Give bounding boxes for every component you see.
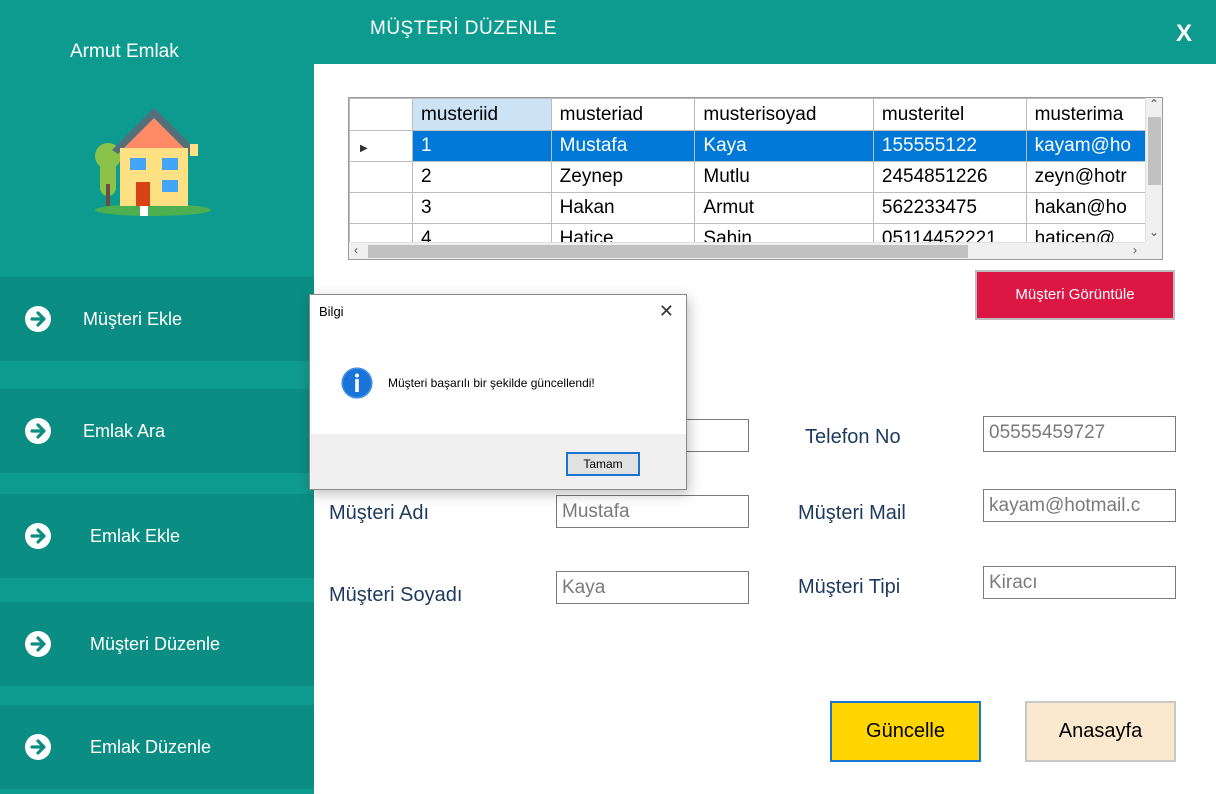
- table-cell[interactable]: 05114452221: [872, 223, 1027, 243]
- row-header[interactable]: ▶: [349, 130, 414, 162]
- grid-viewport: musteriid musteriad musterisoyad musteri…: [349, 98, 1146, 243]
- customer-mail-label: Müşteri Mail: [798, 502, 906, 524]
- table-cell[interactable]: zeyn@hotr: [1025, 161, 1146, 193]
- house-logo-icon: [95, 108, 211, 216]
- scroll-right-icon[interactable]: ›: [1133, 242, 1137, 259]
- sidebar-item-musteri-duzenle[interactable]: Müşteri Düzenle: [0, 602, 314, 686]
- customer-mail-input[interactable]: kayam@hotmail.c: [983, 489, 1176, 522]
- arrow-right-circle-icon: [25, 631, 51, 657]
- dialog-close-icon[interactable]: ✕: [659, 301, 674, 322]
- brand-title: Armut Emlak: [70, 41, 179, 62]
- phone-label: Telefon No: [805, 426, 901, 448]
- app-window: Armut Emlak Müşteri Ekle Emlak Ara Emlak…: [0, 0, 1216, 794]
- sidebar-item-emlak-ekle[interactable]: Emlak Ekle: [0, 494, 314, 578]
- arrow-right-circle-icon: [25, 418, 51, 444]
- table-row[interactable]: ▶ 1 Mustafa Kaya 155555122 kayam@ho: [349, 130, 1146, 162]
- brand-area: Armut Emlak: [0, 0, 314, 96]
- table-cell[interactable]: hakan@ho: [1025, 192, 1146, 224]
- scroll-down-icon[interactable]: ⌄: [1149, 224, 1159, 241]
- info-dialog: Bilgi ✕ Müşteri başarılı bir şekilde gün…: [309, 294, 687, 490]
- table-cell[interactable]: 562233475: [872, 192, 1027, 224]
- horizontal-scrollbar[interactable]: ‹ ›: [349, 242, 1146, 259]
- arrow-right-circle-icon: [25, 306, 51, 332]
- customer-surname-input[interactable]: Kaya: [556, 571, 749, 604]
- sidebar-item-emlak-ara[interactable]: Emlak Ara: [0, 389, 314, 473]
- arrow-right-circle-icon: [25, 523, 51, 549]
- sidebar-item-label: Müşteri Düzenle: [90, 634, 221, 654]
- dialog-title: Bilgi: [319, 304, 344, 319]
- customer-surname-label: Müşteri Soyadı: [329, 584, 463, 606]
- column-header[interactable]: musterima: [1025, 98, 1146, 131]
- table-cell[interactable]: 4: [412, 223, 552, 243]
- table-cell[interactable]: 155555122: [872, 130, 1027, 162]
- page-title: MÜŞTERİ DÜZENLE: [370, 18, 557, 39]
- column-header[interactable]: musterisoyad: [694, 98, 874, 131]
- horizontal-scroll-thumb[interactable]: [368, 245, 968, 258]
- customer-table: musteriid musteriad musterisoyad musteri…: [349, 98, 1146, 243]
- sidebar-item-label: Emlak Düzenle: [90, 737, 212, 757]
- dialog-footer: Tamam: [310, 434, 686, 489]
- scrollbar-corner: [1145, 242, 1162, 259]
- info-icon: [341, 367, 373, 399]
- table-cell[interactable]: 2: [412, 161, 552, 193]
- header-bar: MÜŞTERİ DÜZENLE X: [314, 0, 1216, 64]
- customer-type-label: Müşteri Tipi: [798, 576, 901, 598]
- vertical-scroll-thumb[interactable]: [1148, 117, 1161, 185]
- customer-type-input[interactable]: Kiracı: [983, 566, 1176, 599]
- table-cell[interactable]: Kaya: [694, 130, 874, 162]
- sidebar-item-label: Emlak Ekle: [90, 526, 181, 546]
- table-cell[interactable]: Hakan: [550, 192, 696, 224]
- home-button[interactable]: Anasayfa: [1025, 701, 1176, 762]
- table-cell[interactable]: Zeynep: [550, 161, 696, 193]
- column-header[interactable]: musteriad: [550, 98, 696, 131]
- table-cell[interactable]: Hatice: [550, 223, 696, 243]
- scroll-left-icon[interactable]: ‹: [354, 242, 358, 259]
- row-header[interactable]: [349, 192, 414, 224]
- sidebar-item-label: Müşteri Ekle: [83, 309, 183, 329]
- table-cell[interactable]: Mutlu: [694, 161, 874, 193]
- arrow-right-circle-icon: [25, 734, 51, 760]
- customer-name-input[interactable]: Mustafa: [556, 495, 749, 528]
- sidebar-item-label: Emlak Ara: [83, 421, 166, 441]
- table-cell[interactable]: 3: [412, 192, 552, 224]
- phone-input[interactable]: 05555459727: [983, 416, 1176, 452]
- table-cell[interactable]: Armut: [694, 192, 874, 224]
- table-cell[interactable]: haticen@: [1025, 223, 1146, 243]
- column-header[interactable]: musteriid: [412, 98, 552, 131]
- row-header[interactable]: [349, 161, 414, 193]
- row-header-corner: [349, 98, 414, 131]
- sidebar: Armut Emlak Müşteri Ekle Emlak Ara Emlak…: [0, 0, 314, 794]
- vertical-scrollbar[interactable]: ⌃ ⌄: [1145, 98, 1162, 243]
- dialog-ok-button[interactable]: Tamam: [566, 452, 640, 476]
- table-cell[interactable]: 1: [412, 130, 552, 162]
- current-row-icon: ▶: [360, 143, 368, 154]
- table-cell[interactable]: 2454851226: [872, 161, 1027, 193]
- table-cell[interactable]: Sahin: [694, 223, 874, 243]
- close-button[interactable]: X: [1176, 20, 1192, 48]
- table-cell[interactable]: Mustafa: [550, 130, 696, 162]
- table-row[interactable]: 2 Zeynep Mutlu 2454851226 zeyn@hotr: [349, 161, 1146, 193]
- view-customers-button[interactable]: Müşteri Görüntüle: [975, 270, 1175, 320]
- table-header-row: musteriid musteriad musterisoyad musteri…: [349, 98, 1146, 131]
- dialog-message: Müşteri başarılı bir şekilde güncellendi…: [388, 376, 595, 390]
- table-row[interactable]: 3 Hakan Armut 562233475 hakan@ho: [349, 192, 1146, 224]
- customer-grid[interactable]: musteriid musteriad musterisoyad musteri…: [348, 97, 1163, 260]
- row-header[interactable]: [349, 223, 414, 243]
- update-button[interactable]: Güncelle: [830, 701, 981, 762]
- scroll-up-icon[interactable]: ⌃: [1149, 98, 1159, 113]
- table-row[interactable]: 4 Hatice Sahin 05114452221 haticen@: [349, 223, 1146, 243]
- column-header[interactable]: musteritel: [872, 98, 1027, 131]
- customer-name-label: Müşteri Adı: [329, 502, 430, 524]
- sidebar-item-emlak-duzenle[interactable]: Emlak Düzenle: [0, 705, 314, 789]
- sidebar-item-musteri-ekle[interactable]: Müşteri Ekle: [0, 277, 314, 361]
- table-cell[interactable]: kayam@ho: [1025, 130, 1146, 162]
